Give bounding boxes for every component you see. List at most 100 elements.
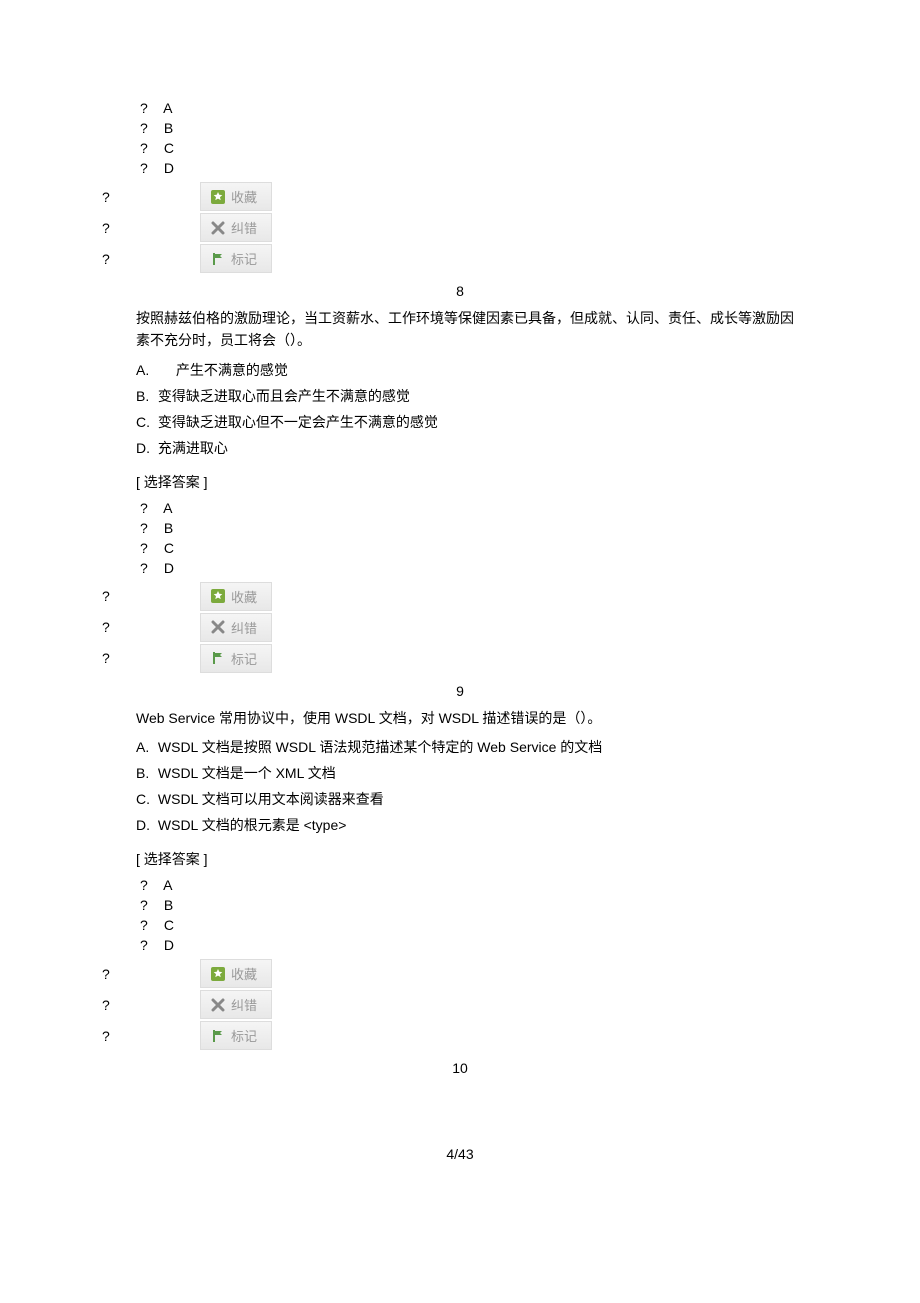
choice-marker: ? (140, 500, 160, 516)
option-letter: C. (136, 791, 154, 807)
row-marker: ? (100, 189, 200, 205)
row-marker: ? (100, 220, 200, 236)
favorite-button[interactable]: 收藏 (200, 582, 272, 611)
answer-choice[interactable]: ? A (140, 500, 800, 516)
row-marker: ? (100, 619, 200, 635)
answer-choice[interactable]: ? B (140, 120, 820, 136)
row-marker: ? (100, 588, 200, 604)
choice-marker: ? (140, 100, 160, 116)
wrong-label: 纠错 (231, 618, 257, 637)
choice-letter: A (163, 100, 172, 116)
choice-marker: ? (140, 160, 160, 176)
question-8: 按照赫兹伯格的激励理论，当工资薪水、工作环境等保健因素已具备，但成就、认同、责任… (136, 307, 800, 576)
choice-marker: ? (140, 937, 160, 953)
wrong-button[interactable]: 纠错 (200, 613, 272, 642)
mark-button[interactable]: 标记 (200, 1021, 272, 1050)
row-marker: ? (100, 251, 200, 267)
answer-choice[interactable]: ? C (140, 140, 820, 156)
answer-choice[interactable]: ? B (140, 897, 800, 913)
action-buttons-block: ? 收藏 ? 纠错 ? 标记 (100, 959, 820, 1050)
favorite-button[interactable]: 收藏 (200, 959, 272, 988)
choice-letter: C (164, 917, 174, 933)
favorite-label: 收藏 (231, 187, 257, 206)
mark-label: 标记 (231, 649, 257, 668)
answer-choice[interactable]: ? D (140, 560, 800, 576)
mark-label: 标记 (231, 1026, 257, 1045)
wrong-button[interactable]: 纠错 (200, 990, 272, 1019)
choice-letter: A (163, 877, 172, 893)
choice-marker: ? (140, 917, 160, 933)
choice-marker: ? (140, 520, 160, 536)
choice-letter: D (164, 937, 174, 953)
wrong-label: 纠错 (231, 218, 257, 237)
cross-icon (211, 221, 225, 235)
answer-choice[interactable]: ? A (140, 877, 800, 893)
flag-icon (211, 252, 225, 266)
choice-marker: ? (140, 877, 160, 893)
answer-choices-block: ? A ? B ? C ? D (140, 500, 800, 576)
flag-icon (211, 1029, 225, 1043)
row-marker: ? (100, 966, 200, 982)
mark-button[interactable]: 标记 (200, 244, 272, 273)
choice-letter: B (164, 897, 173, 913)
question-number: 10 (100, 1060, 820, 1076)
cross-icon (211, 998, 225, 1012)
option-letter: A. (136, 739, 154, 755)
choice-letter: B (164, 120, 173, 136)
option-letter: B. (136, 765, 154, 781)
option-letter: B. (136, 388, 154, 404)
option-letter: A. (136, 362, 154, 378)
question-number: 9 (100, 683, 820, 699)
option-letter: D. (136, 817, 154, 833)
choice-marker: ? (140, 120, 160, 136)
row-marker: ? (100, 1028, 200, 1044)
wrong-label: 纠错 (231, 995, 257, 1014)
wrong-button[interactable]: 纠错 (200, 213, 272, 242)
option-d: D. 充满进取心 (136, 438, 800, 458)
question-text: Web Service 常用协议中，使用 WSDL 文档，对 WSDL 描述错误… (136, 707, 800, 729)
option-text: 充满进取心 (158, 440, 228, 456)
action-buttons-block: ? 收藏 ? 纠错 ? 标记 (100, 182, 820, 273)
answer-choices-block: ? A ? B ? C ? D (140, 100, 820, 176)
option-text: WSDL 文档可以用文本阅读器来查看 (158, 791, 384, 807)
answer-choice[interactable]: ? D (140, 937, 800, 953)
select-answer-label: [ 选择答案 ] (136, 472, 800, 492)
question-9: Web Service 常用协议中，使用 WSDL 文档，对 WSDL 描述错误… (136, 707, 800, 953)
option-b: B. 变得缺乏进取心而且会产生不满意的感觉 (136, 386, 800, 406)
row-marker: ? (100, 997, 200, 1013)
option-c: C. WSDL 文档可以用文本阅读器来查看 (136, 789, 800, 809)
mark-label: 标记 (231, 249, 257, 268)
action-buttons-block: ? 收藏 ? 纠错 ? 标记 (100, 582, 820, 673)
row-marker: ? (100, 650, 200, 666)
favorite-label: 收藏 (231, 587, 257, 606)
select-answer-label: [ 选择答案 ] (136, 849, 800, 869)
star-icon (211, 190, 225, 204)
option-text: 变得缺乏进取心而且会产生不满意的感觉 (158, 388, 410, 404)
answer-choice[interactable]: ? A (140, 100, 820, 116)
choice-marker: ? (140, 560, 160, 576)
cross-icon (211, 620, 225, 634)
option-d: D. WSDL 文档的根元素是 <type> (136, 815, 800, 835)
choice-letter: A (163, 500, 172, 516)
answer-choice[interactable]: ? D (140, 160, 820, 176)
option-text: WSDL 文档是按照 WSDL 语法规范描述某个特定的 Web Service … (158, 739, 602, 755)
option-a: A. 产生不满意的感觉 (136, 360, 800, 380)
option-a: A. WSDL 文档是按照 WSDL 语法规范描述某个特定的 Web Servi… (136, 737, 800, 757)
answer-choices-block: ? A ? B ? C ? D (140, 877, 800, 953)
flag-icon (211, 651, 225, 665)
favorite-button[interactable]: 收藏 (200, 182, 272, 211)
question-number: 8 (100, 283, 820, 299)
option-text: 变得缺乏进取心但不一定会产生不满意的感觉 (158, 414, 438, 430)
choice-marker: ? (140, 897, 160, 913)
mark-button[interactable]: 标记 (200, 644, 272, 673)
choice-letter: C (164, 540, 174, 556)
choice-letter: C (164, 140, 174, 156)
star-icon (211, 967, 225, 981)
choice-letter: B (164, 520, 173, 536)
option-text: 产生不满意的感觉 (176, 362, 288, 378)
favorite-label: 收藏 (231, 964, 257, 983)
answer-choice[interactable]: ? B (140, 520, 800, 536)
answer-choice[interactable]: ? C (140, 917, 800, 933)
answer-choice[interactable]: ? C (140, 540, 800, 556)
option-text: WSDL 文档是一个 XML 文档 (158, 765, 336, 781)
